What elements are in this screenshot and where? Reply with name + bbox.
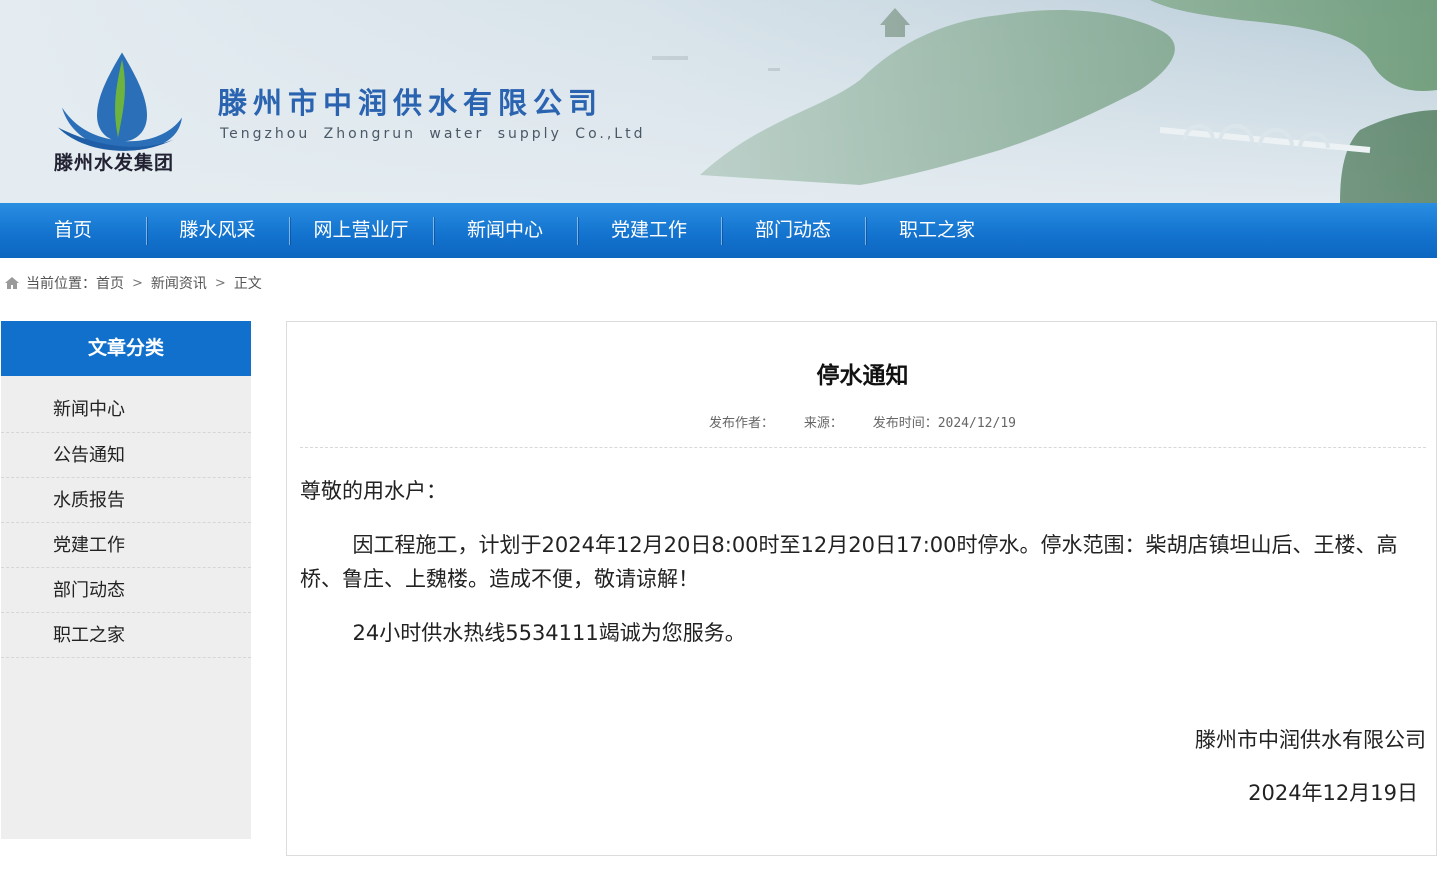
- nav-item-department[interactable]: 部门动态: [721, 203, 865, 258]
- article-paragraph: 因工程施工，计划于2024年12月20日8:00时至12月20日17:00时停水…: [300, 533, 1398, 591]
- nav-item-news[interactable]: 新闻中心: [433, 203, 577, 258]
- divider: [300, 447, 1426, 448]
- article-meta: 发布作者： 来源： 发布时间：2024/12/19: [287, 412, 1437, 431]
- sidebar-item-water-quality[interactable]: 水质报告: [1, 478, 251, 523]
- chevron-right-icon: >: [214, 275, 226, 291]
- nav-item-online-hall[interactable]: 网上营业厅: [289, 203, 433, 258]
- chevron-right-icon: >: [132, 275, 143, 291]
- nav-item-home[interactable]: 首页: [0, 203, 146, 258]
- meta-author: 发布作者：: [709, 416, 775, 431]
- company-name-en: Tengzhou Zhongrun water supply Co.,Ltd: [220, 126, 646, 142]
- article-body: 尊敬的用水户： 因工程施工，计划于2024年12月20日8:00时至12月20日…: [300, 474, 1430, 670]
- breadcrumb-news-link[interactable]: 新闻资讯: [151, 273, 207, 293]
- category-sidebar: 文章分类 新闻中心 公告通知 水质报告 党建工作 部门动态 职工之家: [1, 321, 251, 839]
- sidebar-item-staff-home[interactable]: 职工之家: [1, 613, 251, 658]
- sidebar-item-news[interactable]: 新闻中心: [1, 376, 251, 433]
- article-paragraph: 24小时供水热线5534111竭诚为您服务。: [352, 621, 746, 645]
- group-name: 滕州水发集团: [54, 152, 175, 174]
- breadcrumb-prefix: 当前位置：: [26, 276, 96, 292]
- sidebar-title: 文章分类: [1, 321, 251, 376]
- company-name-cn: 滕州市中润供水有限公司: [218, 86, 604, 120]
- nav-item-staff-home[interactable]: 职工之家: [865, 203, 1009, 258]
- sidebar-item-notices[interactable]: 公告通知: [1, 433, 251, 478]
- meta-time: 发布时间：2024/12/19: [872, 416, 1016, 431]
- breadcrumb-home-link[interactable]: 首页: [96, 273, 124, 293]
- banner-scenery-image: [0, 0, 1437, 203]
- home-icon: [5, 277, 19, 289]
- sidebar-item-party[interactable]: 党建工作: [1, 523, 251, 568]
- nav-item-party[interactable]: 党建工作: [577, 203, 721, 258]
- header-banner: 滕州市中润供水有限公司 Tengzhou Zhongrun water supp…: [0, 0, 1437, 203]
- article-title: 停水通知: [816, 363, 909, 389]
- sidebar-item-department[interactable]: 部门动态: [1, 568, 251, 613]
- sidebar-list: 新闻中心 公告通知 水质报告 党建工作 部门动态 职工之家: [1, 376, 251, 658]
- meta-source: 来源：: [803, 416, 843, 431]
- breadcrumb: 当前位置： 首页 > 新闻资讯 > 正文: [4, 272, 262, 294]
- breadcrumb-current: 正文: [233, 276, 262, 292]
- article-panel: 停水通知 发布作者： 来源： 发布时间：2024/12/19 尊敬的用水户： 因…: [286, 321, 1437, 856]
- article-date: 2024年12月19日: [1248, 781, 1418, 805]
- article-greeting: 尊敬的用水户：: [300, 479, 447, 503]
- article-signature: 滕州市中润供水有限公司: [1195, 728, 1426, 752]
- nav-item-style[interactable]: 滕水风采: [146, 203, 289, 258]
- main-nav: 首页 滕水风采 网上营业厅 新闻中心 党建工作 部门动态 职工之家: [0, 203, 1437, 258]
